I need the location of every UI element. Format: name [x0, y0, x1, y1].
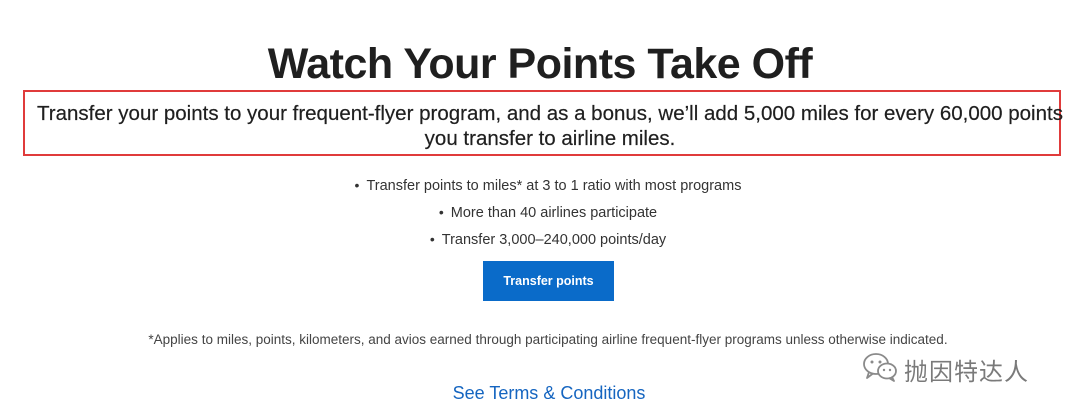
- bullet-icon: •: [354, 177, 360, 193]
- benefits-list: • Transfer points to miles* at 3 to 1 rat…: [0, 172, 1080, 253]
- list-item: • More than 40 airlines participate: [0, 199, 1080, 226]
- list-item: • Transfer 3,000–240,000 points/day: [0, 226, 1080, 253]
- footnote: *Applies to miles, points, kilometers, a…: [148, 332, 948, 347]
- list-item: • Transfer points to miles* at 3 to 1 rat…: [0, 172, 1080, 199]
- bonus-message: Transfer your points to your frequent-fl…: [37, 102, 1063, 150]
- benefit-text: Transfer 3,000–240,000 points/day: [441, 232, 667, 248]
- benefit-text: More than 40 airlines participate: [450, 205, 658, 221]
- page-title: Watch Your Points Take Off: [267, 40, 813, 88]
- benefit-text: Transfer points to miles* at 3 to 1 rati…: [366, 178, 742, 194]
- watermark: 抛因特达人: [862, 352, 1029, 386]
- wechat-icon: [862, 352, 898, 387]
- bullet-icon: •: [438, 204, 444, 220]
- bullet-icon: •: [429, 231, 435, 247]
- watermark-text: 抛因特达人: [904, 357, 1029, 386]
- transfer-points-button[interactable]: Transfer points: [483, 261, 614, 301]
